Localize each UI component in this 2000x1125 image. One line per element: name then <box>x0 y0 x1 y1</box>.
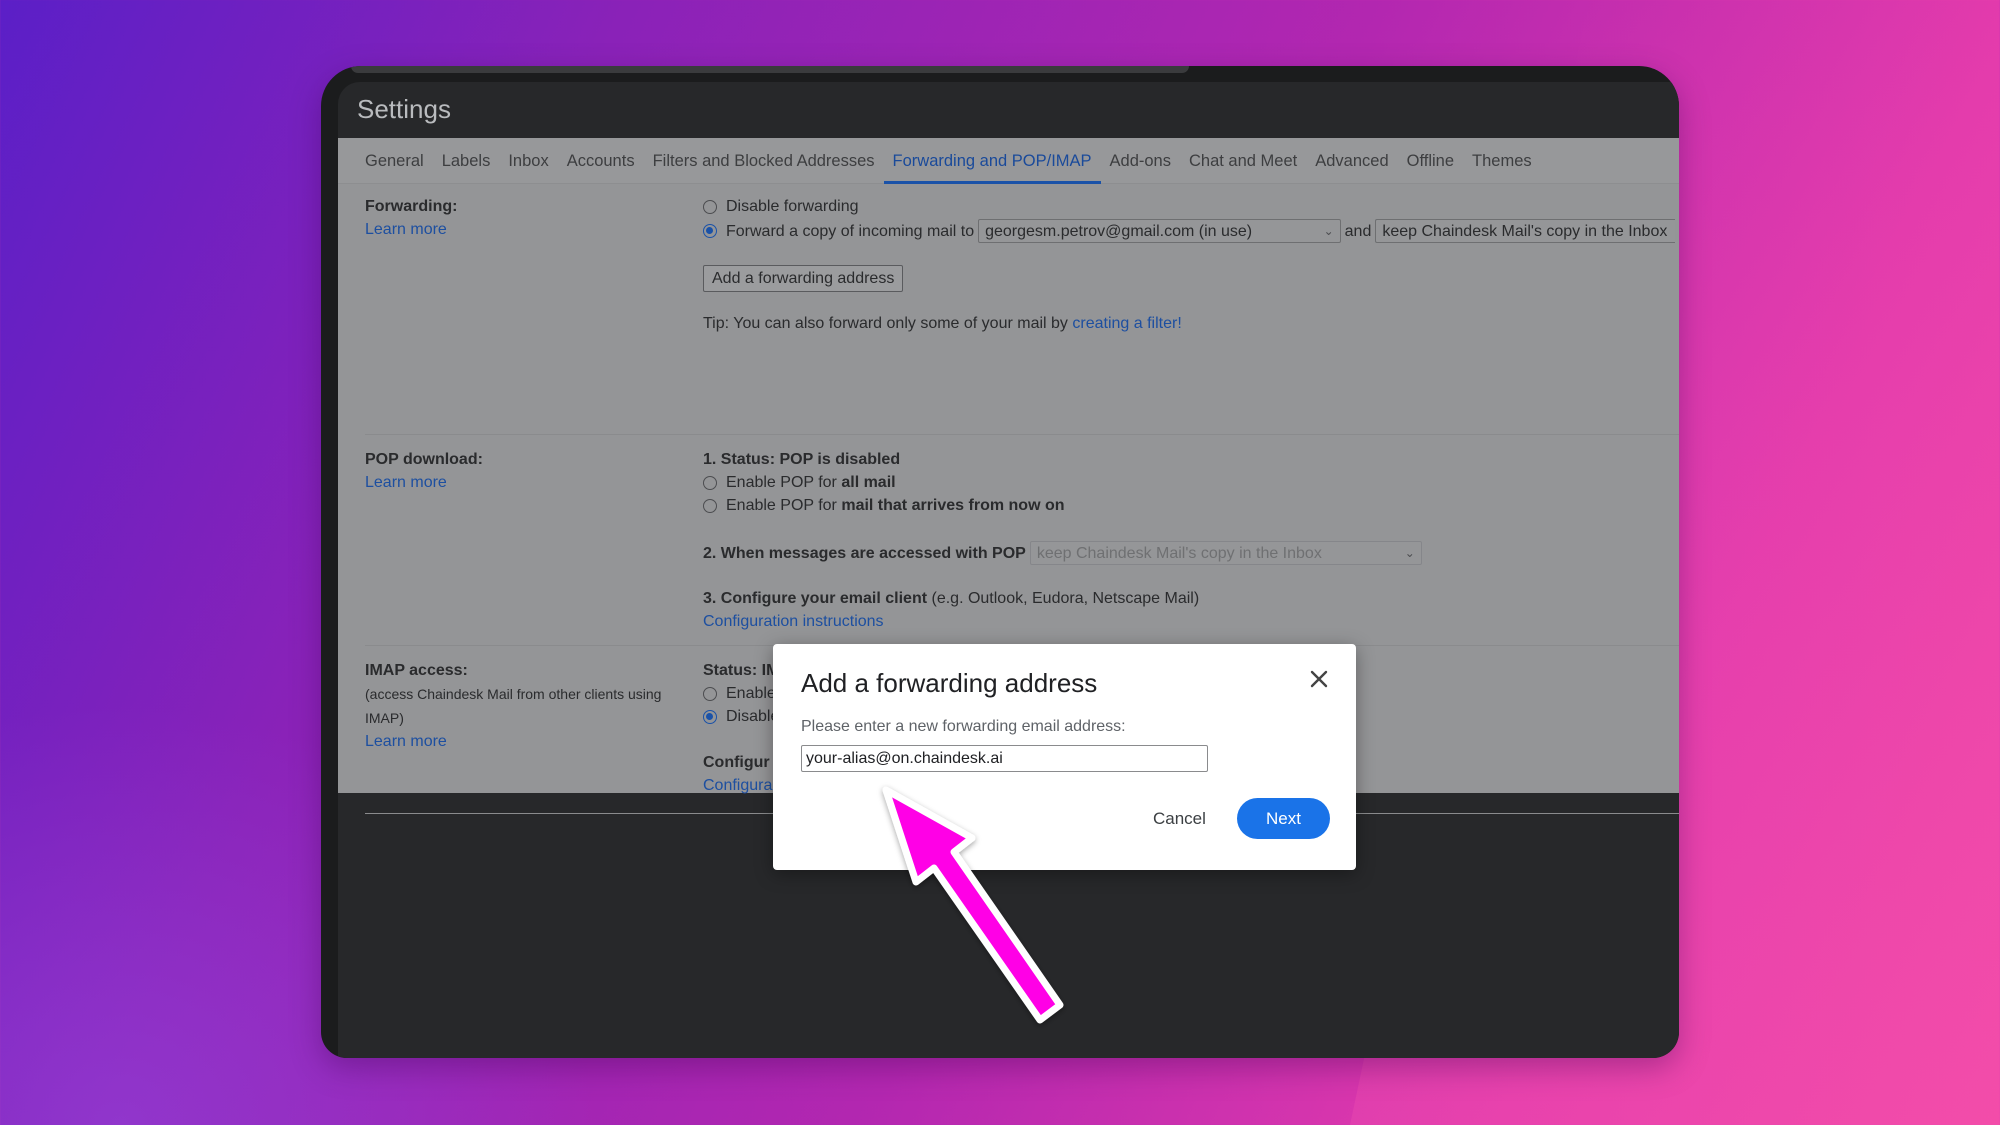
close-icon[interactable] <box>1306 666 1332 692</box>
forward-copy-option[interactable]: Forward a copy of incoming mail to georg… <box>703 218 1679 244</box>
tab-advanced[interactable]: Advanced <box>1315 138 1388 184</box>
pop-access-label: 2. When messages are accessed with POP <box>703 544 1026 562</box>
enable-imap-radio[interactable] <box>703 686 717 701</box>
tab-add-ons[interactable]: Add-ons <box>1110 138 1171 184</box>
pop-configuration-instructions-link[interactable]: Configuration instructions <box>703 610 1679 633</box>
imap-subtitle-1: (access Chaindesk Mail from other client… <box>365 686 662 702</box>
tab-filters[interactable]: Filters and Blocked Addresses <box>653 138 875 184</box>
tip-text: Tip: You can also forward only some of y… <box>703 315 1068 332</box>
tab-forwarding-pop-imap[interactable]: Forwarding and POP/IMAP <box>883 138 1101 184</box>
pop-learn-more-link[interactable]: Learn more <box>365 471 685 494</box>
enable-pop-all-bold: all mail <box>841 474 896 491</box>
pop-access-row: 2. When messages are accessed with POP k… <box>703 540 1679 566</box>
pop-access-value: keep Chaindesk Mail's copy in the Inbox <box>1036 544 1322 562</box>
enable-pop-now-prefix: Enable POP for <box>726 497 837 514</box>
tab-general[interactable]: General <box>365 138 424 184</box>
annotation-arrow-icon <box>882 786 1064 1024</box>
tab-inbox[interactable]: Inbox <box>508 138 548 184</box>
forward-copy-label: Forward a copy of incoming mail to <box>726 222 975 240</box>
tab-themes[interactable]: Themes <box>1472 138 1532 184</box>
frame-top-bar <box>351 66 1189 73</box>
imap-access-label: IMAP access: <box>365 662 468 679</box>
forward-copy-radio[interactable] <box>703 224 717 238</box>
enable-pop-all-radio[interactable] <box>703 475 717 490</box>
chevron-down-icon: ⌄ <box>1323 223 1334 238</box>
enable-pop-now-option[interactable]: Enable POP for mail that arrives from no… <box>703 494 1679 517</box>
cancel-button[interactable]: Cancel <box>1143 800 1216 838</box>
configure-client-examples: (e.g. Outlook, Eudora, Netscape Mail) <box>931 590 1200 607</box>
section-divider <box>365 434 1679 435</box>
forwarding-email-input[interactable] <box>801 745 1208 772</box>
disable-forwarding-label: Disable forwarding <box>726 198 859 215</box>
forwarding-tip: Tip: You can also forward only some of y… <box>703 312 1679 335</box>
tab-chat-meet[interactable]: Chat and Meet <box>1189 138 1297 184</box>
forward-address-select[interactable]: georgesm.petrov@gmail.com (in use) ⌄ <box>978 219 1341 243</box>
disable-forwarding-option[interactable]: Disable forwarding <box>703 195 1679 218</box>
forward-address-value: georgesm.petrov@gmail.com (in use) <box>985 222 1253 240</box>
imap-learn-more-link[interactable]: Learn more <box>365 730 685 753</box>
forwarding-label: Forwarding: <box>365 198 458 215</box>
settings-tabs: General Labels Inbox Accounts Filters an… <box>338 138 1679 184</box>
forward-action-select[interactable]: keep Chaindesk Mail's copy in the Inbox <box>1375 219 1675 243</box>
dialog-title: Add a forwarding address <box>801 668 1098 698</box>
enable-pop-all-prefix: Enable POP for <box>726 474 837 491</box>
creating-filter-link[interactable]: creating a filter! <box>1072 312 1181 335</box>
tab-offline[interactable]: Offline <box>1407 138 1454 184</box>
configure-client-row: 3. Configure your email client (e.g. Out… <box>703 587 1679 610</box>
next-button[interactable]: Next <box>1237 798 1330 839</box>
forwarding-learn-more-link[interactable]: Learn more <box>365 218 685 241</box>
disable-imap-radio[interactable] <box>703 709 717 724</box>
tab-labels[interactable]: Labels <box>442 138 491 184</box>
imap-subtitle-2: IMAP) <box>365 710 404 726</box>
forward-action-value: keep Chaindesk Mail's copy in the Inbox <box>1382 222 1668 240</box>
chevron-down-icon: ⌄ <box>1404 545 1415 560</box>
disable-forwarding-radio[interactable] <box>703 199 717 214</box>
tab-accounts[interactable]: Accounts <box>567 138 635 184</box>
enable-pop-now-radio[interactable] <box>703 498 717 513</box>
pop-download-label: POP download: <box>365 451 483 468</box>
dialog-prompt: Please enter a new forwarding email addr… <box>801 718 1126 735</box>
page-title: Settings <box>357 94 451 124</box>
add-forwarding-address-button[interactable]: Add a forwarding address <box>703 265 904 292</box>
pop-status: 1. Status: POP is disabled <box>703 451 901 468</box>
enable-pop-now-bold: mail that arrives from now on <box>841 497 1065 514</box>
enable-pop-all-option[interactable]: Enable POP for all mail <box>703 471 1679 494</box>
and-text: and <box>1344 222 1372 240</box>
pop-access-select[interactable]: keep Chaindesk Mail's copy in the Inbox … <box>1029 541 1422 565</box>
configure-client-label: 3. Configure your email client <box>703 590 928 607</box>
